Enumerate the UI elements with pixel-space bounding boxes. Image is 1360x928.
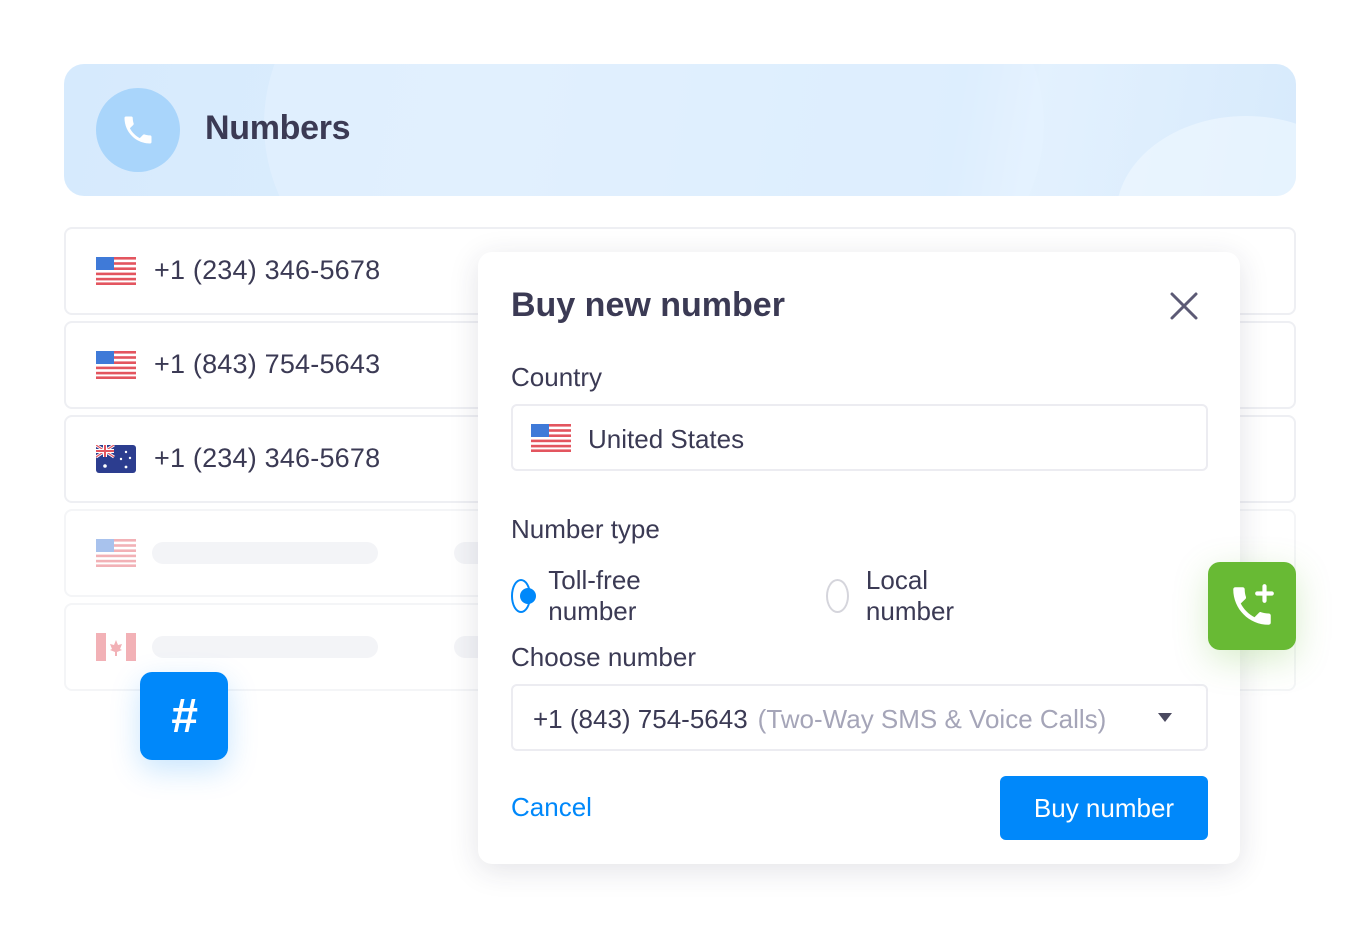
phone-number: +1 (843) 754-5643 <box>154 349 381 379</box>
skeleton-bar <box>152 542 378 564</box>
radio-toll-free[interactable]: Toll-free number <box>511 565 650 627</box>
country-select[interactable]: United States <box>511 404 1208 471</box>
cancel-button[interactable]: Cancel <box>511 792 592 823</box>
radio-label: Toll-free number <box>548 565 641 626</box>
close-icon <box>1170 292 1198 320</box>
buy-number-dialog: Buy new number Country United States Num… <box>478 252 1240 864</box>
us-flag-icon <box>96 351 136 379</box>
radio-checked-icon <box>511 579 537 613</box>
us-flag-icon <box>531 424 571 452</box>
selected-number: +1 (843) 754-5643 (Two-Way SMS & Voice Ca… <box>533 704 1106 735</box>
choose-number-select[interactable]: +1 (843) 754-5643 (Two-Way SMS & Voice Ca… <box>511 684 1208 751</box>
number-type-label: Number type <box>511 514 660 544</box>
caret-down-icon <box>1158 713 1172 722</box>
hash-icon: # <box>170 689 198 743</box>
hash-button[interactable]: # <box>140 672 228 760</box>
radio-local[interactable]: Local number <box>826 565 965 627</box>
radio-label: Local number <box>865 565 955 626</box>
add-call-button[interactable] <box>1208 562 1296 650</box>
dialog-title: Buy new number <box>511 286 785 324</box>
phone-icon-badge <box>96 88 180 172</box>
skeleton-bar <box>152 636 378 658</box>
phone-plus-icon <box>1233 584 1274 625</box>
choose-number-label: Choose number <box>511 642 696 672</box>
au-flag-icon <box>96 445 136 473</box>
us-flag-icon <box>96 257 136 285</box>
close-button[interactable] <box>1168 290 1200 322</box>
page-title: Numbers <box>205 109 351 147</box>
selected-number-value: +1 (843) 754-5643 <box>533 704 748 734</box>
country-label: Country <box>511 362 603 392</box>
buy-number-button[interactable]: Buy number <box>1000 776 1208 840</box>
selected-number-hint: (Two-Way SMS & Voice Calls) <box>757 704 1107 734</box>
phone-number: +1 (234) 346-5678 <box>154 255 381 285</box>
page-header: Numbers <box>64 64 1296 196</box>
ca-flag-icon <box>96 633 136 661</box>
radio-unchecked-icon <box>826 579 849 613</box>
phone-icon <box>124 116 152 144</box>
phone-number: +1 (234) 346-5678 <box>154 443 381 473</box>
country-value: United States <box>588 424 745 454</box>
us-flag-icon <box>96 539 136 567</box>
